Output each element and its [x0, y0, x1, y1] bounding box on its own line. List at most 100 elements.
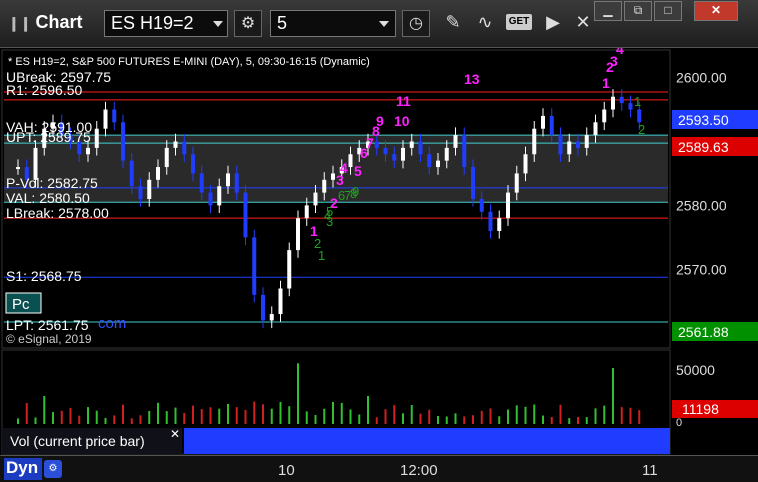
volume-bar — [17, 418, 19, 424]
candle-body — [514, 173, 519, 193]
candle-body — [409, 141, 414, 148]
volume-bar — [43, 396, 46, 424]
magenta-count-label: 10 — [394, 113, 410, 129]
candle-body — [523, 154, 528, 174]
chart-area[interactable]: 1 2 3 4 5 6 7 8 9 10 11 13 1 2 3 4 1 2 3 4 5 6 7 8 9 1 2 * ES H19=… — [0, 48, 758, 482]
volume-bar — [577, 416, 579, 424]
interval-input[interactable]: 5 — [270, 10, 396, 37]
candle-body — [584, 135, 589, 148]
chevron-down-icon[interactable] — [213, 21, 223, 27]
volume-bar — [533, 404, 536, 424]
volume-bar — [148, 410, 151, 424]
volume-bar — [568, 418, 571, 424]
candle-body — [348, 154, 353, 168]
volume-bar — [559, 404, 562, 424]
volume-bar — [480, 410, 483, 424]
volume-bar — [402, 413, 404, 424]
price-chart[interactable]: 1234 56789 101113 123412345678912 * ES H19=… — [0, 48, 758, 482]
candle-body — [138, 186, 143, 199]
green-count-label: 9 — [352, 184, 359, 199]
volume-bar — [262, 404, 264, 424]
volume-bar — [463, 416, 466, 424]
volume-bar — [95, 410, 98, 424]
price-tick-label: 2570.00 — [676, 261, 727, 277]
green-count-label: 1 — [634, 94, 641, 109]
volume-bar — [305, 411, 308, 424]
candle-body — [462, 135, 467, 168]
get-data-icon[interactable]: GET — [506, 14, 532, 30]
volume-bar — [454, 413, 457, 424]
candle-body — [549, 115, 554, 136]
volume-bar — [192, 405, 194, 424]
link-window-icon[interactable]: ⧉ — [624, 1, 652, 21]
chevron-down-icon[interactable] — [379, 21, 389, 27]
candle-body — [234, 173, 239, 193]
play-icon[interactable]: ▶ — [540, 12, 566, 36]
volume-value-label: 11198 — [682, 401, 719, 417]
volume-close-icon[interactable]: ✕ — [170, 427, 180, 441]
candle-body — [558, 135, 563, 155]
candle-body — [252, 237, 257, 295]
close-window-icon[interactable]: ✕ — [694, 1, 738, 21]
green-count-label: 2 — [314, 236, 321, 251]
candle-body — [103, 109, 108, 129]
volume-bar — [638, 410, 641, 424]
volume-bar — [384, 409, 387, 424]
dyn-button[interactable]: Dyn — [4, 458, 42, 480]
volume-highlight-bar — [184, 428, 670, 454]
candle-body — [576, 141, 580, 148]
clock-icon[interactable]: ◷ — [402, 10, 430, 37]
lbreak-label: LBreak: 2578.00 — [6, 205, 109, 221]
symbol-input[interactable]: ES H19=2 — [104, 10, 228, 37]
s1-label: S1: 2568.75 — [6, 268, 82, 284]
volume-bar — [393, 405, 396, 424]
candle-body — [217, 186, 222, 206]
candle-body — [401, 147, 405, 161]
candle-body — [86, 147, 90, 155]
candle-body — [383, 147, 388, 155]
volume-bar — [437, 416, 439, 424]
volume-bar — [489, 408, 492, 424]
study-curve-icon[interactable]: ∿ — [472, 12, 498, 36]
grip-icon[interactable]: ❙❙ — [8, 15, 31, 31]
candle-body — [199, 173, 204, 193]
maximize-icon[interactable]: □ — [654, 1, 682, 21]
volume-bar — [419, 413, 422, 424]
volume-bar — [314, 415, 317, 424]
candle-body — [427, 154, 432, 168]
chart-toolbar: ❙❙ Chart ES H19=2 ⚙ 5 ◷ ✎ ∿ GET ▶ ✕ ▁ ⧉ □… — [0, 0, 758, 48]
candle-body — [567, 141, 572, 155]
volume-bar — [515, 405, 518, 424]
volume-bar — [498, 416, 501, 424]
volume-tick-0: 0 — [676, 417, 682, 429]
volume-bar — [603, 405, 606, 424]
volume-bar — [524, 406, 527, 424]
candle-body — [313, 192, 318, 206]
symbol-value: ES H19=2 — [111, 13, 194, 33]
volume-bar — [297, 363, 299, 424]
candle-body — [488, 211, 493, 231]
volume-bar — [332, 401, 334, 424]
candle-body — [208, 192, 213, 206]
candle-body — [112, 109, 117, 123]
interval-value: 5 — [277, 13, 288, 33]
gear-icon[interactable]: ⚙ — [234, 10, 262, 37]
volume-bar — [550, 417, 553, 424]
minimize-icon[interactable]: ▁ — [594, 1, 622, 21]
dyn-settings-icon[interactable]: ⚙ — [44, 460, 62, 478]
candle-body — [243, 192, 248, 238]
candle-body — [269, 314, 274, 321]
pencil-icon[interactable]: ✎ — [440, 12, 466, 36]
volume-bar — [78, 415, 81, 424]
close-icon[interactable]: ✕ — [570, 12, 596, 36]
candle-body — [541, 115, 545, 129]
candle-body — [497, 218, 502, 231]
copyright-label: © eSignal, 2019 — [6, 332, 92, 346]
magenta-count-label: 1 — [602, 75, 610, 91]
candle-body — [331, 173, 335, 180]
volume-bar — [367, 396, 369, 424]
candle-body — [278, 288, 283, 315]
candle-body — [191, 154, 195, 174]
candle-body — [619, 96, 624, 104]
candle-body — [637, 109, 642, 123]
